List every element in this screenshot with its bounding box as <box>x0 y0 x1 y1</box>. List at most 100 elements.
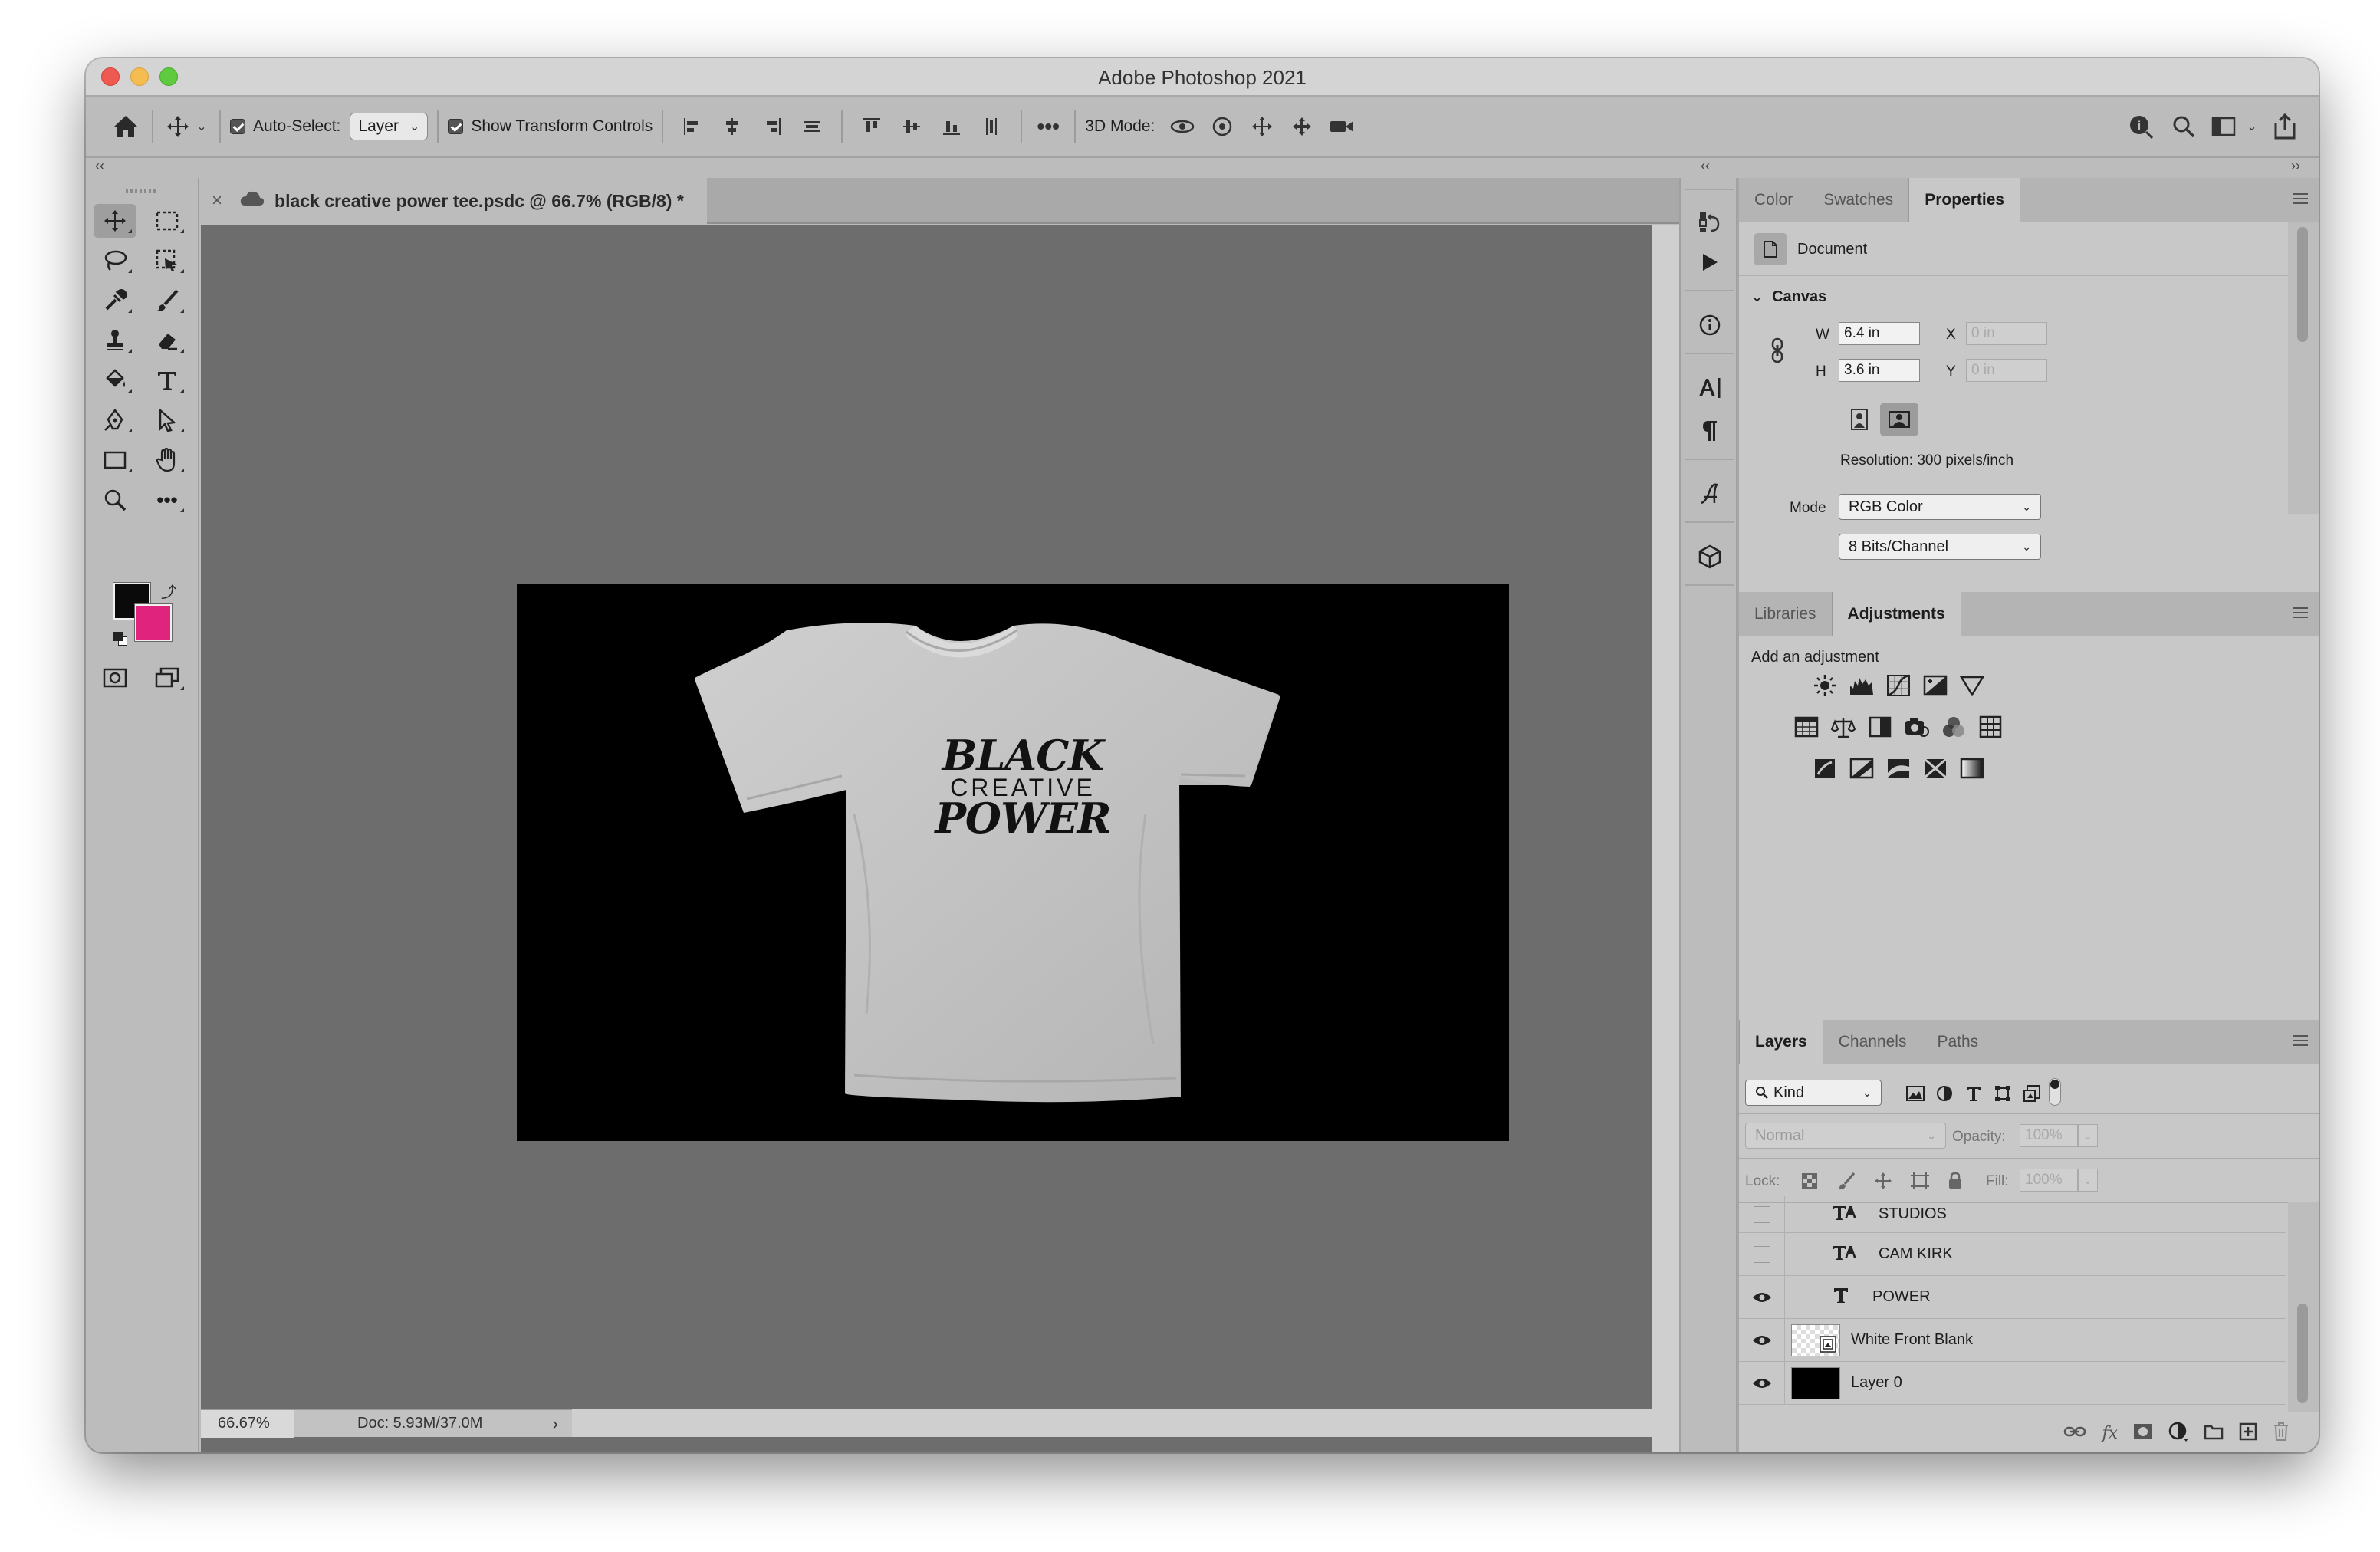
rectangular-marquee-tool[interactable] <box>146 204 189 238</box>
lock-transparent-pixels-icon[interactable] <box>1796 1167 1823 1195</box>
workspace-icon[interactable] <box>2205 117 2242 136</box>
color-mode-dropdown[interactable]: RGB Color ⌄ <box>1839 494 2041 520</box>
invert-icon[interactable] <box>1811 755 1839 782</box>
gradient-map-icon[interactable] <box>1958 755 1986 782</box>
canvas-section-toggle[interactable]: ⌄ Canvas <box>1751 288 1826 306</box>
lock-artboard-icon[interactable] <box>1906 1167 1934 1195</box>
lock-position-icon[interactable] <box>1869 1167 1897 1195</box>
filter-shape-icon[interactable] <box>1989 1080 2017 1107</box>
layer-row-studios[interactable]: STUDIOS <box>1739 1196 2286 1233</box>
3d-panel-icon[interactable] <box>1691 540 1728 574</box>
canvas-area[interactable]: BLACK CREATIVE POWER <box>201 225 1652 1452</box>
properties-menu-icon[interactable] <box>2293 193 2308 204</box>
brightness-contrast-icon[interactable] <box>1811 672 1839 699</box>
screen-mode-icon[interactable] <box>146 661 189 695</box>
blend-mode-dropdown[interactable]: Normal ⌄ <box>1745 1123 1946 1149</box>
color-lookup-icon[interactable] <box>1977 713 2004 741</box>
auto-select-checkbox[interactable]: Auto-Select: <box>230 117 340 136</box>
new-group-icon[interactable] <box>2204 1423 2224 1444</box>
tab-adjustments[interactable]: Adjustments <box>1831 592 1961 636</box>
fill-chevron-icon[interactable]: ⌄ <box>2078 1169 2098 1192</box>
search-icon[interactable] <box>2162 115 2205 138</box>
info-icon[interactable] <box>1691 308 1728 342</box>
collapse-icon-strip-icon[interactable]: ‹‹ <box>1701 158 1710 174</box>
clone-stamp-tool[interactable] <box>94 324 136 357</box>
tab-libraries[interactable]: Libraries <box>1739 592 1832 636</box>
align-bottom-edges-icon[interactable] <box>932 117 971 136</box>
exposure-icon[interactable] <box>1921 672 1949 699</box>
default-colors-icon[interactable] <box>113 632 127 646</box>
move-tool[interactable] <box>94 204 136 238</box>
layer-visibility-toggle[interactable] <box>1739 1196 1785 1233</box>
y-field[interactable]: 0 in <box>1966 359 2047 382</box>
history-icon[interactable] <box>1691 206 1728 239</box>
auto-select-dropdown[interactable]: Layer ⌄ <box>350 113 429 140</box>
selective-color-icon[interactable] <box>1921 755 1949 782</box>
add-mask-icon[interactable] <box>2133 1423 2153 1444</box>
filter-adjustment-icon[interactable] <box>1931 1080 1958 1107</box>
3d-pan-icon[interactable] <box>1242 115 1282 138</box>
pen-tool[interactable] <box>94 403 136 437</box>
layer-row-power[interactable]: POWER <box>1739 1275 2286 1319</box>
opacity-chevron-icon[interactable]: ⌄ <box>2078 1124 2098 1147</box>
layers-scrollbar[interactable] <box>2288 1202 2319 1412</box>
align-vertical-centers-icon[interactable] <box>892 117 932 136</box>
tab-paths[interactable]: Paths <box>1921 1020 1994 1064</box>
align-right-edges-icon[interactable] <box>752 117 792 136</box>
height-field[interactable]: 3.6 in <box>1839 359 1920 382</box>
eyedropper-tool[interactable] <box>94 284 136 317</box>
link-layers-icon[interactable] <box>2063 1425 2086 1442</box>
layer-visibility-toggle[interactable] <box>1739 1361 1785 1405</box>
distribute-vertical-icon[interactable] <box>792 117 832 136</box>
show-transform-checkbox[interactable]: Show Transform Controls <box>448 117 653 136</box>
eraser-tool[interactable] <box>146 324 189 357</box>
quick-mask-icon[interactable] <box>94 661 136 695</box>
background-color-swatch[interactable] <box>134 603 173 642</box>
landscape-orientation-button[interactable] <box>1880 403 1918 436</box>
layers-menu-icon[interactable] <box>2293 1035 2308 1046</box>
character-icon[interactable] <box>1691 371 1728 405</box>
delete-layer-icon[interactable] <box>2273 1422 2290 1445</box>
distribute-horizontal-icon[interactable] <box>971 117 1011 136</box>
levels-icon[interactable] <box>1848 672 1875 699</box>
layer-effects-icon[interactable]: fx <box>2102 1424 2118 1443</box>
layer-row-layer-0[interactable]: Layer 0 <box>1739 1361 2286 1405</box>
brush-tool[interactable] <box>146 284 189 317</box>
artboard-canvas[interactable]: BLACK CREATIVE POWER <box>517 584 1509 1141</box>
hand-tool[interactable] <box>146 443 189 477</box>
learn-icon[interactable]: i <box>2119 113 2162 140</box>
filter-type-icon[interactable] <box>1960 1080 1987 1107</box>
glyphs-icon[interactable] <box>1691 477 1728 511</box>
photo-filter-icon[interactable] <box>1903 713 1931 741</box>
actions-play-icon[interactable] <box>1691 245 1728 279</box>
tool-preset-chevron-icon[interactable]: ⌄ <box>193 119 210 134</box>
adjustments-menu-icon[interactable] <box>2293 607 2308 618</box>
lock-all-icon[interactable] <box>1941 1167 1969 1195</box>
threshold-icon[interactable] <box>1885 755 1912 782</box>
width-field[interactable]: 6.4 in <box>1839 322 1920 345</box>
zoom-tool[interactable] <box>94 483 136 517</box>
tab-layers[interactable]: Layers <box>1739 1020 1823 1064</box>
filter-pixel-icon[interactable] <box>1902 1080 1929 1107</box>
tab-color[interactable]: Color <box>1739 178 1808 222</box>
curves-icon[interactable] <box>1885 672 1912 699</box>
workspace-chevron-icon[interactable]: ⌄ <box>2242 119 2262 134</box>
new-layer-icon[interactable] <box>2239 1422 2257 1445</box>
3d-camera-icon[interactable] <box>1322 117 1362 136</box>
link-dimensions-icon[interactable] <box>1770 337 1785 367</box>
channel-mixer-icon[interactable] <box>1940 713 1967 741</box>
layer-row-cam-kirk[interactable]: CAM KIRK <box>1739 1232 2286 1276</box>
filter-smart-object-icon[interactable] <box>2018 1080 2046 1107</box>
object-selection-tool[interactable] <box>146 244 189 278</box>
align-left-edges-icon[interactable] <box>672 117 712 136</box>
new-adjustment-layer-icon[interactable] <box>2168 1422 2188 1445</box>
canvas-vertical-scrollbar[interactable] <box>1652 225 1679 1452</box>
edit-toolbar-icon[interactable]: ••• <box>146 483 189 517</box>
hue-saturation-icon[interactable] <box>1793 713 1820 741</box>
color-balance-icon[interactable] <box>1829 713 1857 741</box>
bit-depth-dropdown[interactable]: 8 Bits/Channel ⌄ <box>1839 534 2041 560</box>
3d-roll-icon[interactable] <box>1202 115 1242 138</box>
filter-toggle-switch[interactable] <box>2049 1078 2061 1106</box>
paragraph-icon[interactable] <box>1691 414 1728 448</box>
3d-slide-icon[interactable] <box>1282 115 1322 138</box>
